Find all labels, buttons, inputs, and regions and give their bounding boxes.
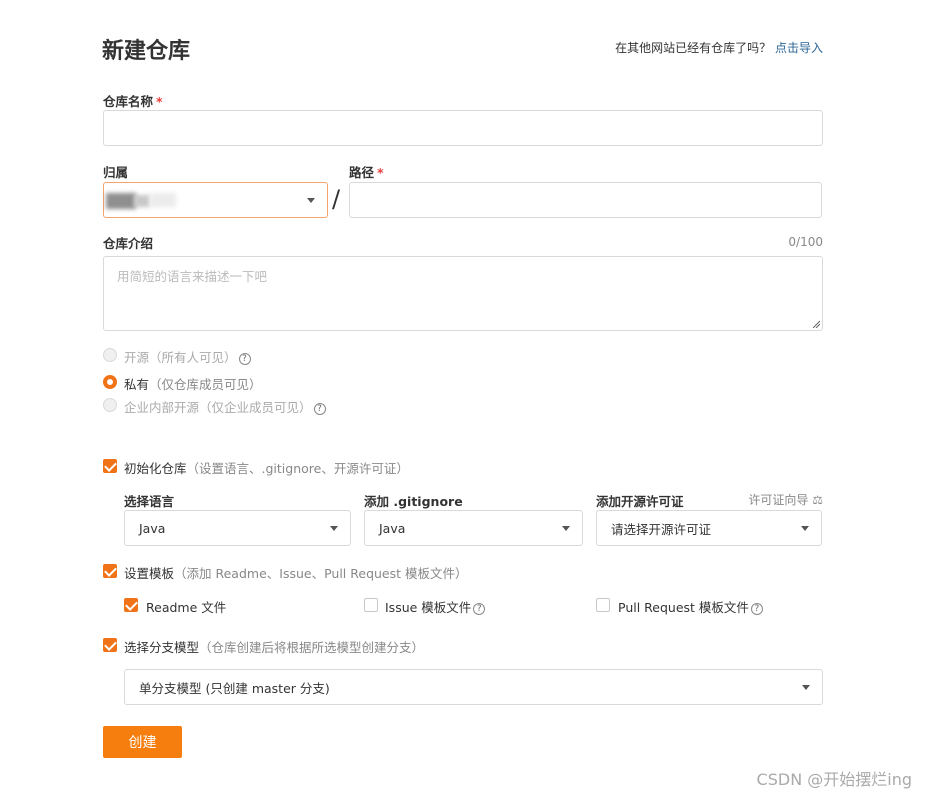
radio-open-source-label: 开源（所有人可见）? [124,347,251,366]
readme-label: Readme 文件 [146,600,227,615]
license-value: 请选择开源许可证 [611,521,712,537]
import-prompt: 在其他网站已经有仓库了吗？ 点击导入 [615,39,823,56]
branch-model-label: 选择分支模型（仓库创建后将根据所选模型创建分支） [124,637,424,656]
chevron-down-icon [330,526,338,531]
help-icon[interactable]: ? [473,603,486,615]
description-counter: 0/100 [788,235,823,249]
scale-icon: ⚖ [812,493,823,507]
template-checkbox[interactable] [103,564,117,578]
branch-model-select[interactable]: 单分支模型 (只创建 master 分支) [124,669,823,705]
option-hint: （仅仓库成员可见） [149,377,262,392]
branch-model-checkbox[interactable] [103,638,117,652]
description-label: 仓库介绍 [103,236,154,251]
import-prompt-text: 在其他网站已经有仓库了吗？ [615,41,772,55]
owner-avatar-redacted [106,193,136,209]
owner-label: 归属 [103,165,129,180]
language-select[interactable]: Java [124,510,351,546]
readme-checkbox[interactable] [124,598,138,612]
branch-model-label-text: 选择分支模型 [124,640,200,655]
option-hint: （仅企业成员可见） [199,400,312,415]
init-repo-label: 初始化仓库（设置语言、.gitignore、开源许可证） [124,458,409,477]
chevron-down-icon [562,526,570,531]
path-input[interactable] [349,182,822,218]
license-guide-text: 许可证向导 [748,493,809,507]
template-hint: （添加 Readme、Issue、Pull Request 模板文件） [174,566,468,581]
gitignore-value: Java [379,520,406,536]
gitignore-select[interactable]: Java [364,510,583,546]
description-textarea[interactable]: 用简短的语言来描述一下吧 [103,256,823,331]
repo-name-label-text: 仓库名称 [103,94,154,109]
chevron-down-icon [801,526,809,531]
path-label: 路径 * [349,162,384,181]
issue-template-label: Issue 模板文件? [385,597,486,616]
owner-name-redacted [134,195,150,207]
pr-template-checkbox[interactable] [596,598,610,612]
radio-private[interactable] [103,375,117,389]
branch-model-hint: （仓库创建后将根据所选模型创建分支） [199,640,425,655]
gitignore-label: 添加 .gitignore [364,494,463,509]
resize-handle-icon[interactable] [812,320,820,328]
repo-name-input[interactable] [103,110,823,146]
import-link[interactable]: 点击导入 [775,41,823,55]
option-label: 开源 [124,350,150,365]
pr-template-label: Pull Request 模板文件? [618,597,763,616]
license-select[interactable]: 请选择开源许可证 [596,510,822,546]
owner-name-redacted [150,193,176,207]
issue-template-text: Issue 模板文件 [385,600,472,615]
init-repo-checkbox[interactable] [103,459,117,473]
template-label: 设置模板（添加 Readme、Issue、Pull Request 模板文件） [124,563,468,582]
help-icon[interactable]: ? [750,603,763,615]
option-hint: （所有人可见） [149,350,237,365]
help-icon[interactable]: ? [238,353,251,365]
watermark: CSDN @开始摆烂ing [756,770,912,789]
help-icon[interactable]: ? [313,403,326,415]
license-label: 添加开源许可证 [596,494,684,509]
option-label: 企业内部开源 [124,400,200,415]
owner-select[interactable] [103,182,328,218]
branch-model-value: 单分支模型 (只创建 master 分支) [139,680,330,696]
owner-path-separator: / [332,185,341,213]
pr-template-text: Pull Request 模板文件 [618,600,749,615]
template-label-text: 设置模板 [124,566,175,581]
issue-template-checkbox[interactable] [364,598,378,612]
language-label: 选择语言 [124,494,175,509]
option-label: 私有 [124,377,150,392]
chevron-down-icon [802,685,810,690]
license-guide-link[interactable]: 许可证向导 ⚖ [748,491,823,508]
language-value: Java [139,520,166,536]
required-mark: * [377,165,384,180]
create-button[interactable]: 创建 [103,726,182,758]
radio-private-label: 私有（仅仓库成员可见） [124,374,262,393]
path-label-text: 路径 [349,165,375,180]
radio-enterprise[interactable] [103,398,117,412]
chevron-down-icon [307,198,315,203]
init-repo-label-text: 初始化仓库 [124,461,187,476]
repo-name-label: 仓库名称 * [103,91,163,110]
description-placeholder: 用简短的语言来描述一下吧 [117,269,268,284]
radio-enterprise-label: 企业内部开源（仅企业成员可见）? [124,397,326,416]
required-mark: * [156,94,163,109]
page-title: 新建仓库 [102,39,191,64]
init-repo-hint: （设置语言、.gitignore、开源许可证） [186,461,409,476]
radio-open-source[interactable] [103,348,117,362]
